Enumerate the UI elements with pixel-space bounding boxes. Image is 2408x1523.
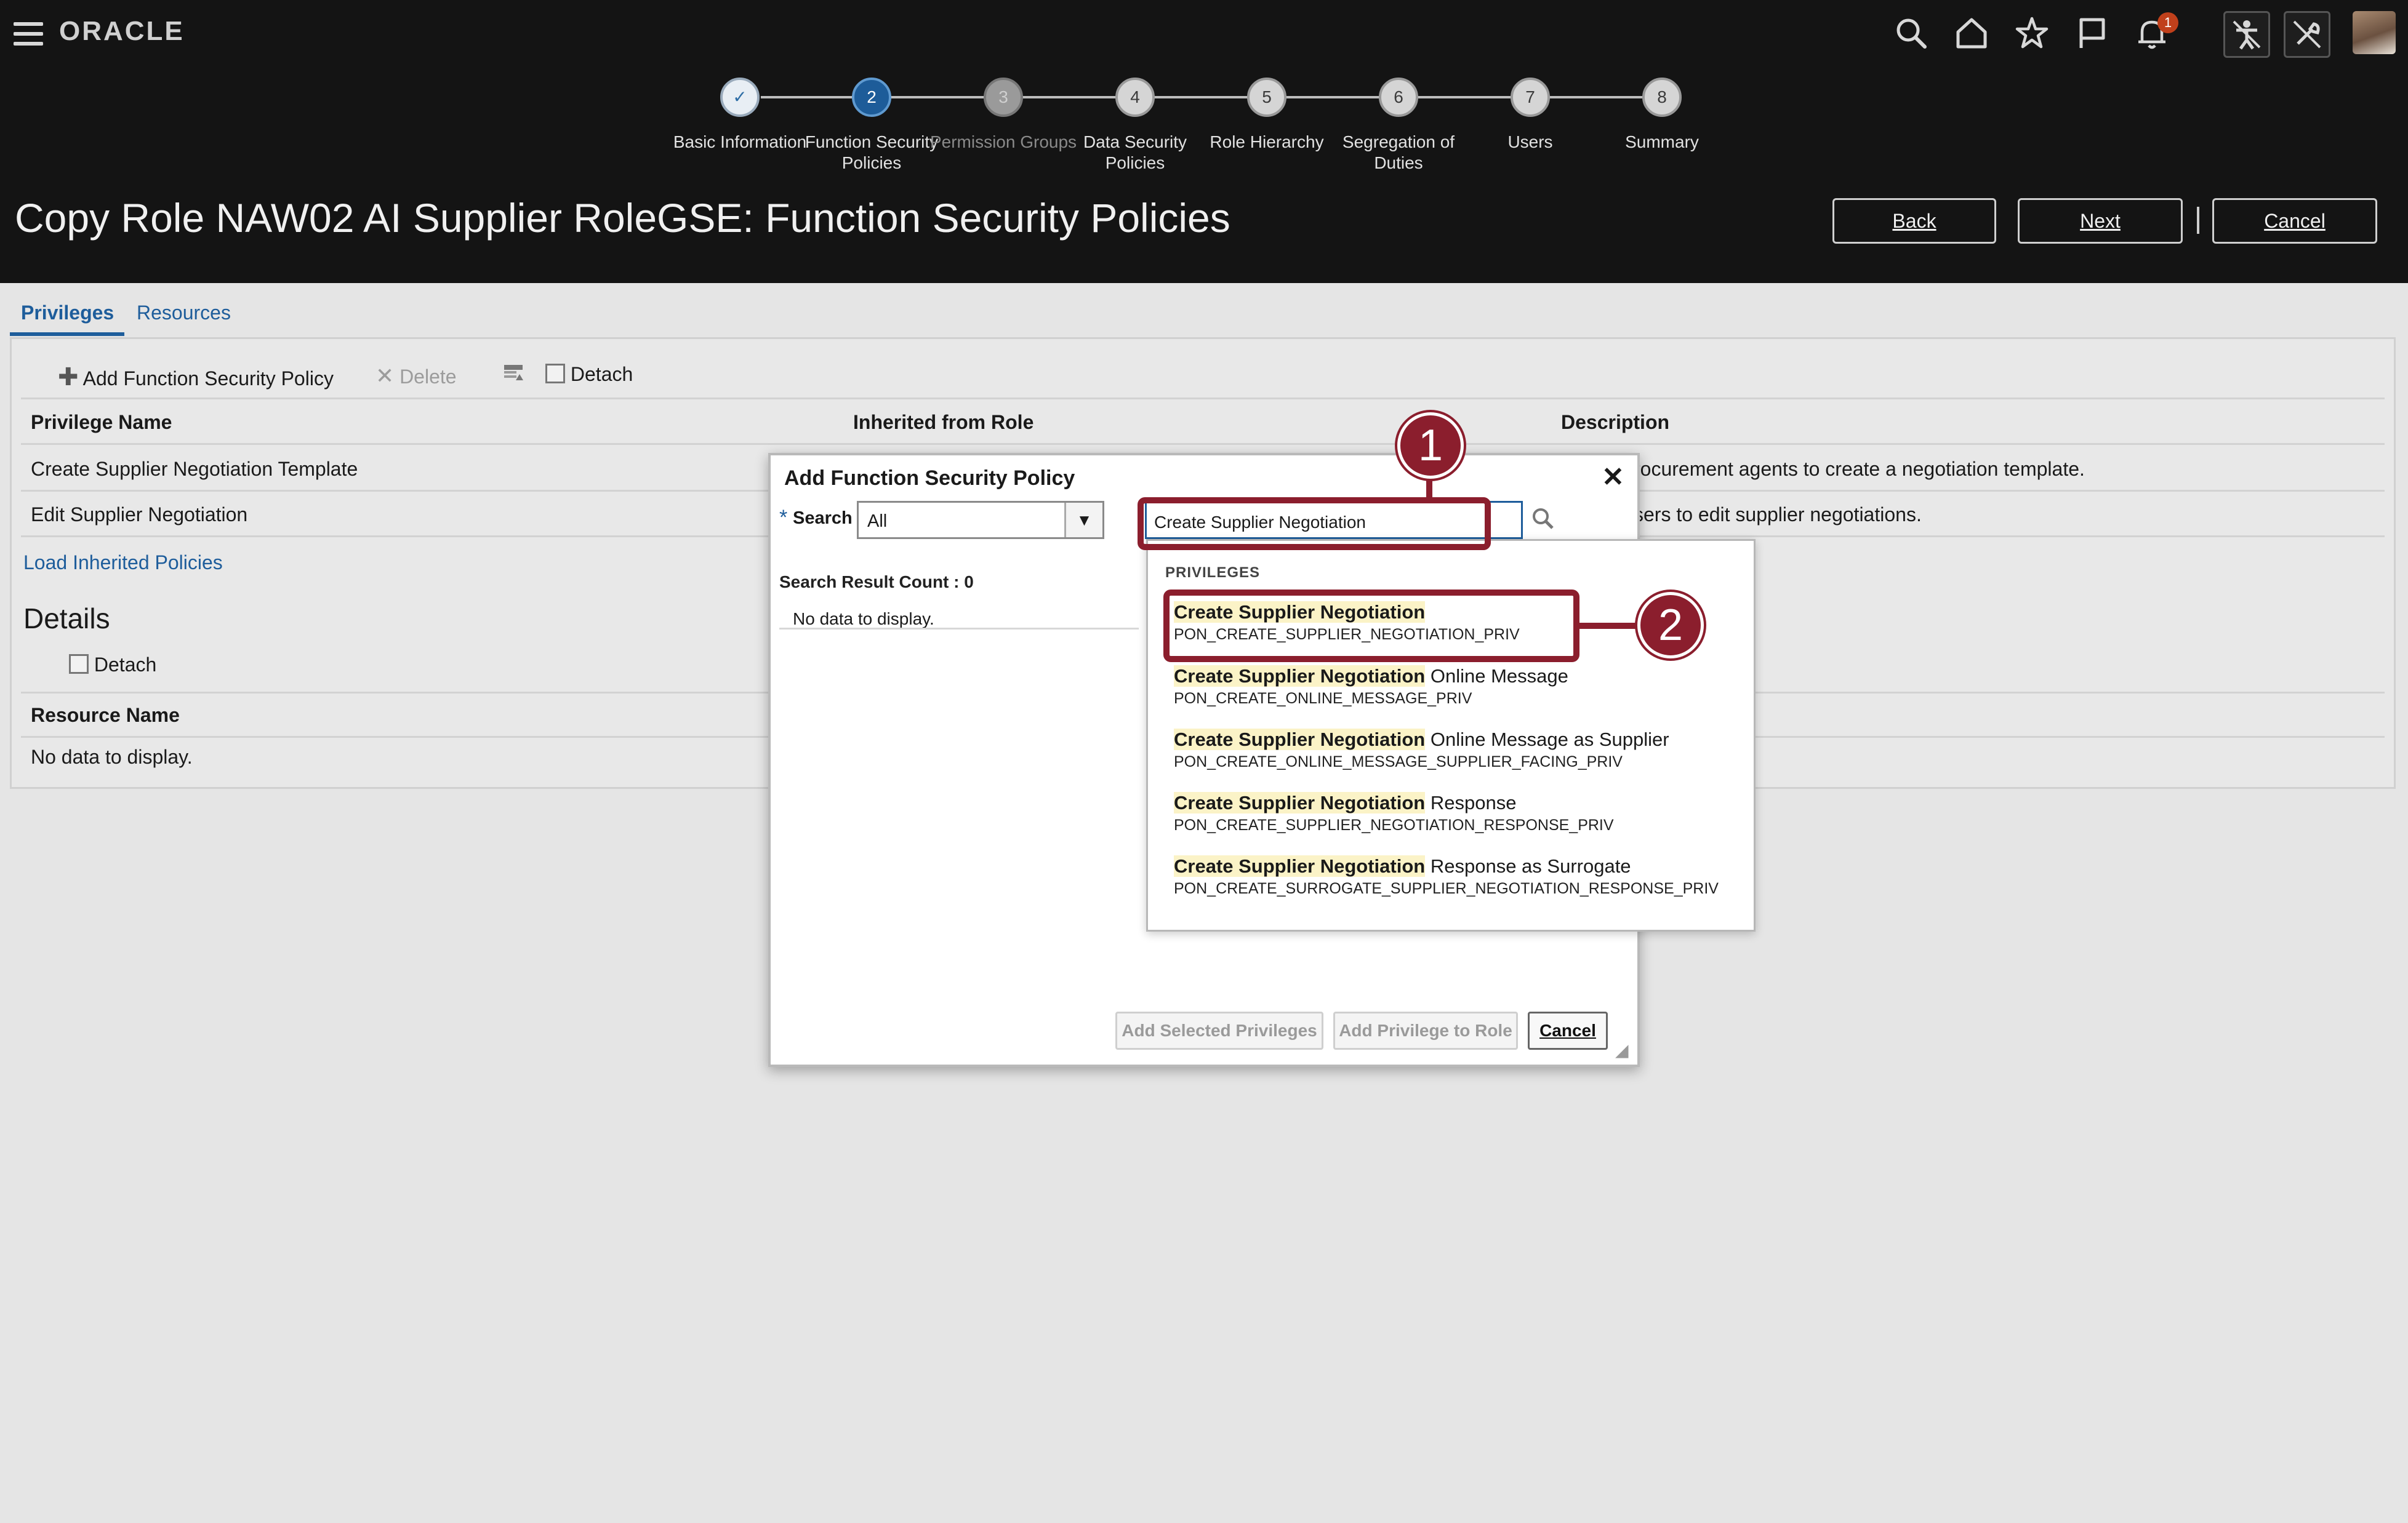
match-text: Create Supplier Negotiation bbox=[1174, 729, 1426, 750]
divider bbox=[21, 443, 2385, 445]
column-header-inherited-from-role[interactable]: Inherited from Role bbox=[853, 411, 1033, 434]
table-row-description: sers to edit supplier negotiations. bbox=[1634, 503, 1922, 526]
search-result-count: Search Result Count : 0 bbox=[779, 572, 974, 591]
back-button[interactable]: Back bbox=[1832, 198, 1996, 244]
required-marker: * bbox=[779, 506, 788, 529]
train-step-users[interactable]: 7 bbox=[1511, 78, 1550, 117]
button-separator bbox=[2197, 207, 2199, 234]
column-header-resource-name[interactable]: Resource Name bbox=[31, 704, 180, 727]
table-row-privilege-name[interactable]: Create Supplier Negotiation Template bbox=[31, 458, 358, 481]
flag-icon[interactable] bbox=[2074, 15, 2111, 52]
no-data-message: No data to display. bbox=[793, 609, 934, 628]
delete-icon: ✕ bbox=[375, 363, 395, 388]
close-icon[interactable]: ✕ bbox=[1602, 462, 1624, 493]
cancel-button[interactable]: Cancel bbox=[2212, 198, 2377, 244]
train-label-summary[interactable]: Summary bbox=[1582, 132, 1742, 153]
suggestion-code: PON_CREATE_ONLINE_MESSAGE_SUPPLIER_FACIN… bbox=[1174, 753, 1623, 770]
train-step-basic-information[interactable]: ✓ bbox=[720, 78, 760, 117]
suggestion-code: PON_CREATE_SUPPLIER_NEGOTIATION_RESPONSE… bbox=[1174, 817, 1614, 834]
next-button[interactable]: Next bbox=[2018, 198, 2183, 244]
chevron-down-icon[interactable]: ▼ bbox=[1064, 503, 1102, 537]
detach-label: Detach bbox=[94, 654, 157, 676]
list-item[interactable]: Create Supplier Negotiation Response as … bbox=[1174, 855, 1719, 898]
tab-resources[interactable]: Resources bbox=[137, 302, 231, 324]
oracle-logo[interactable]: ORACLE bbox=[59, 16, 185, 47]
accessibility-icon[interactable] bbox=[2223, 11, 2270, 58]
add-policy-label: Add Function Security Policy bbox=[82, 367, 334, 390]
suggestion-rest: Online Message as Supplier bbox=[1425, 729, 1669, 750]
detach-icon bbox=[545, 364, 565, 383]
no-data-message: No data to display. bbox=[31, 746, 193, 768]
avatar[interactable] bbox=[2353, 11, 2396, 54]
list-item[interactable]: Create Supplier Negotiation Response PON… bbox=[1174, 792, 1614, 834]
delete-label: Delete bbox=[399, 366, 457, 388]
callout-marker-2: 2 bbox=[1637, 592, 1704, 658]
match-text: Create Supplier Negotiation bbox=[1174, 665, 1426, 687]
details-heading: Details bbox=[23, 602, 110, 634]
search-scope-select[interactable]: All ▼ bbox=[857, 501, 1104, 539]
column-header-description[interactable]: Description bbox=[1561, 411, 1669, 434]
list-item[interactable]: Create Supplier Negotiation Online Messa… bbox=[1174, 729, 1669, 771]
page-header bbox=[0, 68, 2408, 283]
match-text: Create Supplier Negotiation bbox=[1174, 792, 1426, 813]
page-title: Copy Role NAW02 AI Supplier RoleGSE: Fun… bbox=[15, 195, 1230, 241]
add-selected-privileges-button: Add Selected Privileges bbox=[1115, 1012, 1323, 1050]
search-scope-value: All bbox=[867, 511, 888, 531]
match-text: Create Supplier Negotiation bbox=[1174, 855, 1426, 877]
dialog-cancel-button[interactable]: Cancel bbox=[1528, 1012, 1608, 1050]
detach-button[interactable]: Detach bbox=[545, 363, 633, 386]
callout-connector bbox=[1579, 623, 1639, 629]
freeze-icon[interactable] bbox=[502, 362, 526, 390]
tab-privileges[interactable]: Privileges bbox=[21, 302, 114, 324]
search-icon[interactable] bbox=[1893, 15, 1930, 52]
column-header-privilege-name[interactable]: Privilege Name bbox=[31, 411, 172, 434]
suggestion-rest: Online Message bbox=[1425, 665, 1568, 687]
search-label: Search bbox=[793, 508, 853, 528]
callout-marker-1: 1 bbox=[1397, 412, 1464, 479]
detach-label: Detach bbox=[570, 363, 633, 385]
divider bbox=[21, 398, 2385, 399]
dialog-title: Add Function Security Policy bbox=[784, 466, 1075, 490]
tab-bar: Privileges Resources bbox=[0, 283, 2408, 338]
train-step-permission-groups: 3 bbox=[984, 78, 1023, 117]
detach-icon bbox=[69, 654, 89, 674]
delete-button: ✕ Delete bbox=[375, 363, 457, 389]
train-step-data-security-policies[interactable]: 4 bbox=[1115, 78, 1155, 117]
suggestion-code: PON_CREATE_ONLINE_MESSAGE_PRIV bbox=[1174, 690, 1472, 707]
home-icon[interactable] bbox=[1953, 15, 1990, 52]
resize-handle-icon[interactable]: ◢ bbox=[1615, 1040, 1629, 1060]
callout-highlight-suggestion bbox=[1163, 590, 1579, 662]
train-step-function-security-policies[interactable]: 2 bbox=[852, 78, 891, 117]
active-tab-indicator bbox=[10, 332, 124, 336]
load-inherited-policies-link[interactable]: Load Inherited Policies bbox=[23, 551, 223, 574]
train-step-role-hierarchy[interactable]: 5 bbox=[1247, 78, 1286, 117]
details-detach-button[interactable]: Detach bbox=[69, 654, 156, 676]
add-function-security-policy-button[interactable]: ✚ Add Function Security Policy bbox=[58, 363, 334, 391]
train-step-segregation-of-duties[interactable]: 6 bbox=[1379, 78, 1418, 117]
settings-icon[interactable] bbox=[2284, 11, 2330, 58]
star-icon[interactable] bbox=[2013, 15, 2050, 52]
list-item[interactable]: Create Supplier Negotiation Online Messa… bbox=[1174, 665, 1568, 708]
add-privilege-to-role-button: Add Privilege to Role bbox=[1333, 1012, 1518, 1050]
divider bbox=[779, 628, 1139, 630]
suggestion-rest: Response as Surrogate bbox=[1425, 855, 1631, 877]
callout-highlight-search bbox=[1138, 497, 1491, 550]
suggestion-code: PON_CREATE_SURROGATE_SUPPLIER_NEGOTIATIO… bbox=[1174, 880, 1719, 897]
train-step-summary[interactable]: 8 bbox=[1642, 78, 1682, 117]
suggestion-group-heading: PRIVILEGES bbox=[1165, 564, 1261, 581]
table-row-description: rocurement agents to create a negotiatio… bbox=[1634, 458, 2085, 480]
callout-connector bbox=[1426, 476, 1432, 501]
table-row-privilege-name[interactable]: Edit Supplier Negotiation bbox=[31, 503, 247, 526]
plus-icon: ✚ bbox=[58, 364, 79, 391]
menu-icon[interactable] bbox=[14, 22, 43, 46]
search-icon[interactable] bbox=[1529, 505, 1557, 533]
suggestion-rest: Response bbox=[1425, 792, 1517, 813]
top-navigation-bar: ORACLE 1 bbox=[0, 0, 2408, 68]
notification-count-badge: 1 bbox=[2157, 12, 2178, 33]
